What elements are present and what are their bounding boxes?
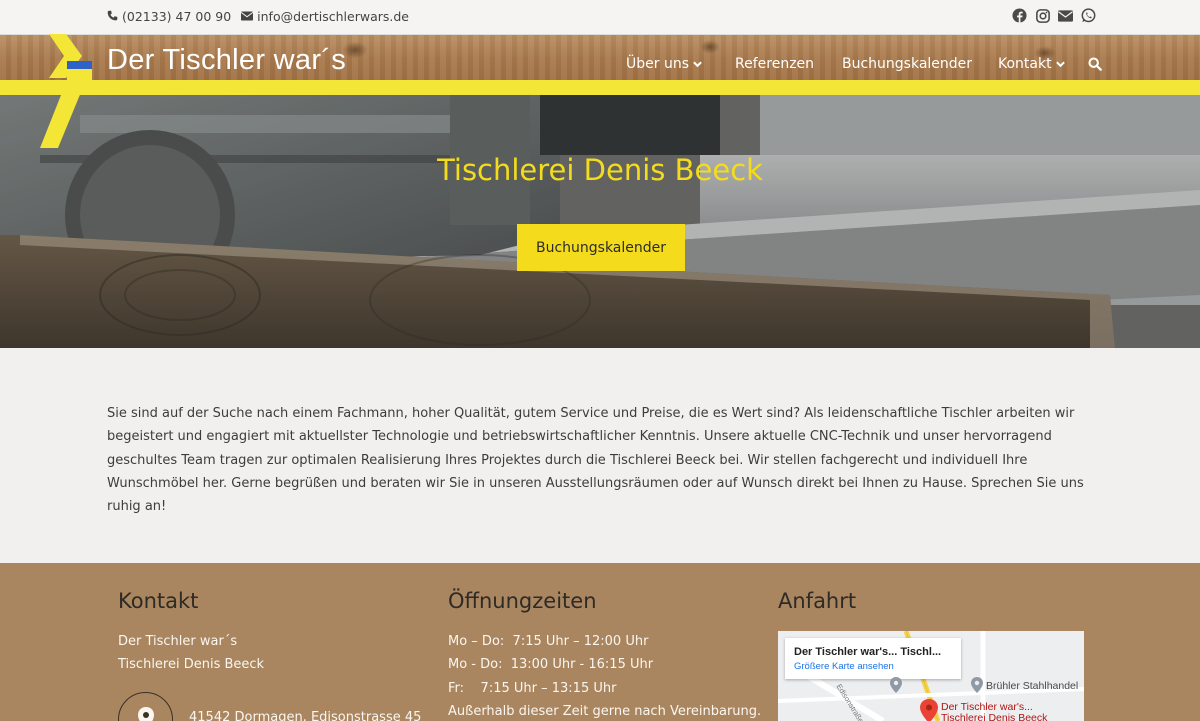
footer-anfahrt-heading: Anfahrt	[778, 589, 857, 613]
facebook-icon[interactable]	[1012, 8, 1027, 23]
chevron-down-icon	[1055, 56, 1065, 72]
envelope-icon	[240, 9, 254, 24]
nav-item-ueber-uns[interactable]: Über uns	[626, 56, 702, 72]
map-pin-icon	[137, 707, 155, 721]
map-marker-label-line2: Tischlerei Denis Beeck	[941, 712, 1048, 721]
hours-line: Mo – Do: 7:15 Uhr – 12:00 Uhr	[448, 634, 649, 649]
embedded-map[interactable]: Der Tischler war's... Tischl... Größere …	[778, 631, 1084, 721]
hero-banner: Tischlerei Denis Beeck Buchungskalender	[0, 95, 1200, 348]
intro-text: Sie sind auf der Suche nach einem Fachma…	[107, 406, 1084, 515]
hours-line: Fr: 7:15 Uhr – 13:15 Uhr	[448, 681, 617, 696]
phone-number: (02133) 47 00 90	[122, 9, 232, 24]
map-marker-label-line1: Der Tischler war's...	[941, 701, 1033, 713]
header-accent-stripe	[0, 80, 1200, 95]
email-address: info@dertischlerwars.de	[257, 9, 409, 24]
search-button[interactable]	[1088, 57, 1102, 75]
hours-line: Außerhalb dieser Zeit gerne nach Vereinb…	[448, 704, 762, 719]
nav-item-buchungskalender[interactable]: Buchungskalender	[842, 56, 972, 72]
nav-item-label: Kontakt	[998, 56, 1052, 72]
map-larger-link[interactable]: Größere Karte ansehen	[794, 661, 952, 672]
map-marker-icon	[920, 699, 938, 721]
map-poi-icon	[971, 677, 983, 697]
chevron-down-icon	[693, 56, 702, 72]
footer-company-subtitle: Tischlerei Denis Beeck	[118, 657, 265, 672]
hours-line: Mo - Do: 13:00 Uhr - 16:15 Uhr	[448, 657, 654, 672]
map-poi-icon	[890, 677, 902, 697]
envelope-icon[interactable]	[1058, 8, 1073, 23]
phone-icon	[107, 9, 118, 24]
footer-hours-heading: Öffnungzeiten	[448, 589, 597, 613]
nav-item-label: Über uns	[626, 56, 689, 72]
footer-kontakt-heading: Kontakt	[118, 589, 199, 613]
hero-booking-button[interactable]: Buchungskalender	[517, 224, 685, 271]
email-link[interactable]: info@dertischlerwars.de	[240, 9, 409, 24]
map-card-title: Der Tischler war's... Tischl...	[794, 646, 942, 658]
main-navigation: Über uns Referenzen Buchungskalender Kon…	[0, 56, 1200, 76]
logo-mark-icon	[40, 34, 92, 148]
map-info-card: Der Tischler war's... Tischl... Größere …	[785, 638, 961, 679]
hero-overlay	[0, 95, 1200, 348]
top-contact-info: (02133) 47 00 90 info@dertischlerwars.de	[107, 9, 409, 24]
social-links	[1012, 8, 1096, 23]
footer-company-name: Der Tischler war´s	[118, 634, 238, 649]
instagram-icon[interactable]	[1035, 8, 1050, 23]
top-contact-bar: (02133) 47 00 90 info@dertischlerwars.de	[0, 0, 1200, 35]
hero-title: Tischlerei Denis Beeck	[437, 153, 763, 187]
nav-item-label: Buchungskalender	[842, 56, 973, 72]
map-poi-label: Brühler Stahlhandel	[986, 680, 1079, 692]
nav-item-referenzen[interactable]: Referenzen	[735, 56, 814, 72]
location-pin-circle	[118, 692, 173, 721]
search-icon	[1088, 57, 1102, 75]
footer-address: 41542 Dormagen, Edisonstrasse 45	[189, 710, 422, 721]
nav-item-kontakt[interactable]: Kontakt	[998, 56, 1065, 72]
whatsapp-icon[interactable]	[1081, 8, 1096, 23]
nav-item-label: Referenzen	[735, 56, 815, 72]
footer: Kontakt Der Tischler war´s Tischlerei De…	[0, 563, 1200, 721]
phone-link[interactable]: (02133) 47 00 90	[107, 9, 231, 24]
